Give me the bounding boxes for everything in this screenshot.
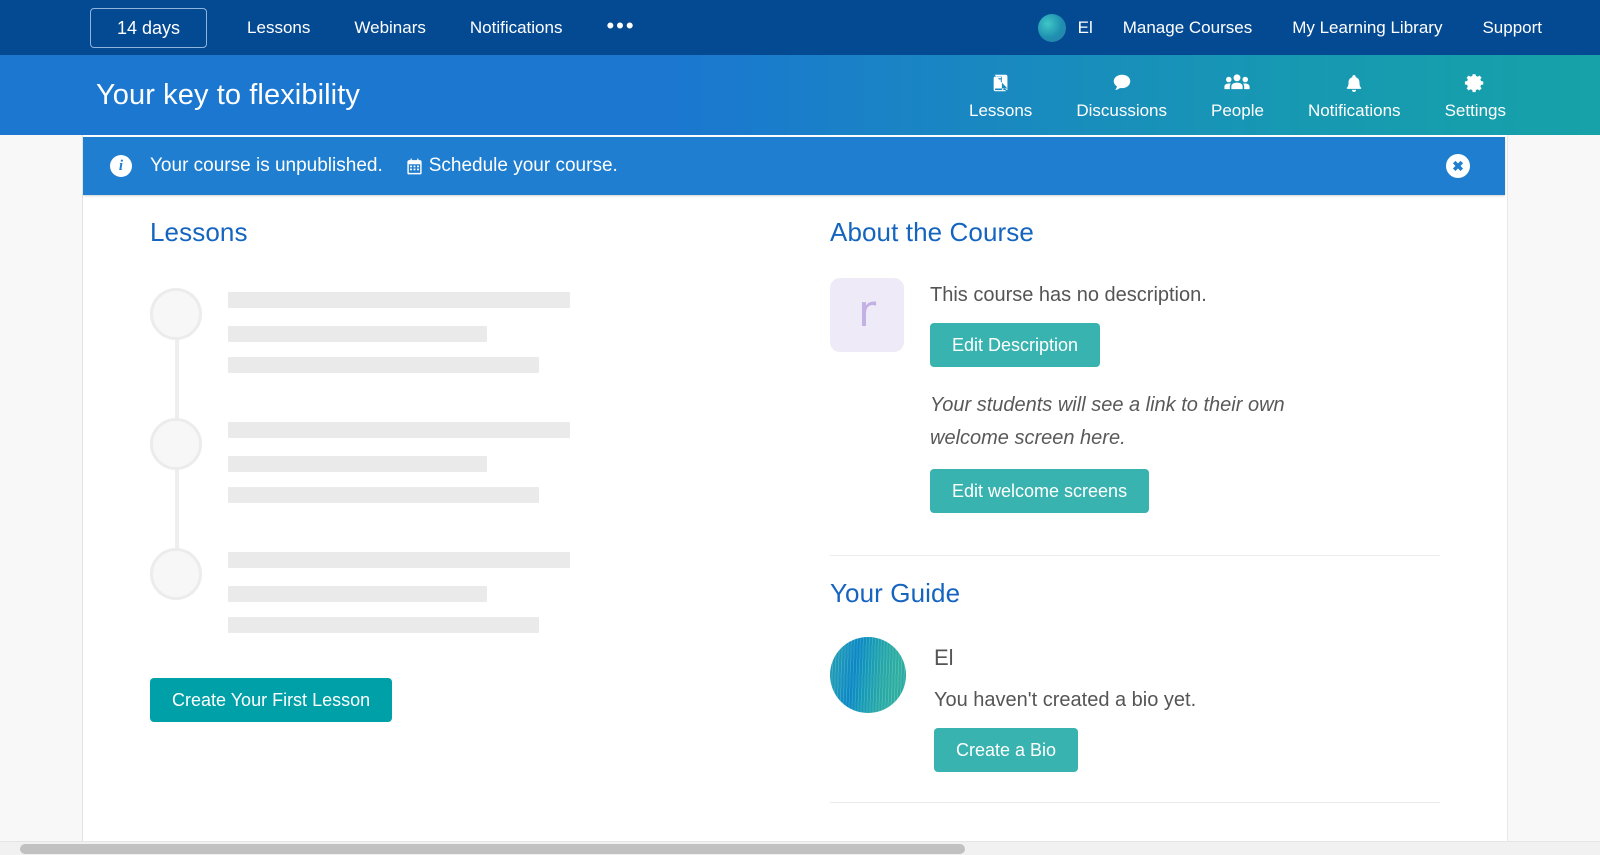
page-shell: i Your course is unpublished. Schedule y… bbox=[0, 135, 1600, 845]
user-menu[interactable]: El bbox=[1037, 8, 1103, 48]
lessons-heading: Lessons bbox=[150, 217, 248, 247]
bell-icon bbox=[1344, 70, 1364, 96]
schedule-course-link[interactable]: Schedule your course. bbox=[405, 155, 618, 177]
skeleton-bar bbox=[228, 617, 539, 633]
guide-body: El You haven't created a bio yet. Create… bbox=[934, 637, 1196, 772]
schedule-course-label: Schedule your course. bbox=[428, 155, 618, 176]
trial-days-button[interactable]: 14 days bbox=[90, 7, 208, 48]
tab-notifications[interactable]: Notifications bbox=[1286, 70, 1423, 135]
tab-lessons-label: Lessons bbox=[968, 101, 1033, 120]
about-course-block: r This course has no description. Edit D… bbox=[830, 278, 1440, 513]
lesson-node-placeholder bbox=[150, 418, 202, 470]
sidebar-column: About the Course r This course has no de… bbox=[830, 195, 1440, 803]
global-nav-left: Lessons Webinars Notifications ••• bbox=[225, 12, 658, 44]
unpublished-alert: i Your course is unpublished. Schedule y… bbox=[83, 137, 1505, 195]
tab-people[interactable]: People bbox=[1189, 70, 1286, 135]
guide-avatar bbox=[830, 637, 906, 713]
lessons-placeholder bbox=[150, 288, 850, 668]
tab-settings[interactable]: Settings bbox=[1423, 70, 1528, 135]
edit-description-button[interactable]: Edit Description bbox=[930, 323, 1101, 367]
right-gutter bbox=[1509, 135, 1600, 845]
app-root: 14 days Lessons Webinars Notifications •… bbox=[0, 0, 1600, 855]
skeleton-bar bbox=[228, 586, 487, 602]
global-nav-right: El Manage Courses My Learning Library Su… bbox=[1037, 8, 1600, 48]
avatar bbox=[1037, 13, 1066, 42]
global-top-bar: 14 days Lessons Webinars Notifications •… bbox=[0, 0, 1600, 55]
alert-message: Your course is unpublished. bbox=[150, 155, 383, 176]
calendar-icon bbox=[405, 157, 424, 176]
skeleton-bar bbox=[228, 326, 487, 342]
tab-lessons[interactable]: Lessons bbox=[947, 70, 1054, 135]
top-nav-notifications[interactable]: Notifications bbox=[448, 12, 585, 44]
people-icon bbox=[1224, 70, 1251, 96]
welcome-screens-note: Your students will see a link to their o… bbox=[930, 394, 1285, 449]
tab-discussions[interactable]: Discussions bbox=[1054, 70, 1189, 135]
top-nav-more-icon[interactable]: ••• bbox=[584, 14, 657, 41]
create-first-lesson-button[interactable]: Create Your First Lesson bbox=[150, 678, 393, 722]
tab-people-label: People bbox=[1211, 101, 1264, 120]
create-lesson-wrap: Create Your First Lesson bbox=[150, 678, 850, 722]
page-title: Your key to flexibility bbox=[96, 78, 360, 111]
left-gutter bbox=[0, 135, 83, 845]
tab-settings-label: Settings bbox=[1444, 101, 1506, 120]
skeleton-bar bbox=[228, 422, 570, 438]
guide-name: El bbox=[934, 645, 954, 670]
tab-notifications-label: Notifications bbox=[1307, 101, 1401, 120]
skeleton-bar bbox=[228, 357, 539, 373]
course-nav: Lessons Discussions People Notifications… bbox=[947, 55, 1600, 135]
edit-welcome-screens-button[interactable]: Edit welcome screens bbox=[930, 469, 1150, 513]
close-icon[interactable]: ✖ bbox=[1446, 154, 1470, 178]
horizontal-scrollbar[interactable] bbox=[0, 841, 1600, 855]
your-guide-heading: Your Guide bbox=[830, 578, 961, 608]
user-name-label: El bbox=[1077, 17, 1093, 37]
skeleton-bar bbox=[228, 552, 570, 568]
create-bio-button[interactable]: Create a Bio bbox=[934, 728, 1079, 772]
about-course-body: This course has no description. Edit Des… bbox=[930, 278, 1360, 513]
top-nav-manage-courses[interactable]: Manage Courses bbox=[1103, 12, 1272, 44]
skeleton-bar bbox=[228, 292, 570, 308]
guide-bio-text: You haven't created a bio yet. bbox=[934, 689, 1197, 711]
top-nav-webinars[interactable]: Webinars bbox=[332, 12, 448, 44]
guide-block: El You haven't created a bio yet. Create… bbox=[830, 637, 1440, 772]
section-divider bbox=[830, 802, 1440, 803]
gear-icon bbox=[1464, 70, 1486, 96]
tab-discussions-label: Discussions bbox=[1076, 101, 1168, 120]
lessons-column: Lessons Create Your First Lesson bbox=[150, 195, 850, 722]
top-nav-support[interactable]: Support bbox=[1462, 12, 1562, 44]
course-thumbnail: r bbox=[830, 278, 904, 352]
book-icon bbox=[990, 70, 1012, 96]
course-description-text: This course has no description. bbox=[930, 284, 1207, 306]
lesson-node-placeholder bbox=[150, 548, 202, 600]
skeleton-bar bbox=[228, 456, 487, 472]
top-nav-my-learning-library[interactable]: My Learning Library bbox=[1272, 12, 1462, 44]
about-course-heading: About the Course bbox=[830, 217, 1034, 247]
main-content: i Your course is unpublished. Schedule y… bbox=[83, 135, 1508, 845]
top-nav-lessons[interactable]: Lessons bbox=[225, 12, 332, 44]
scrollbar-thumb[interactable] bbox=[20, 844, 965, 854]
content-columns: Lessons Create Your First Lesson About t… bbox=[83, 195, 1507, 845]
lesson-node-placeholder bbox=[150, 288, 202, 340]
course-header-bar: Your key to flexibility Lessons Discussi… bbox=[0, 55, 1600, 135]
info-icon: i bbox=[110, 155, 132, 177]
skeleton-bar bbox=[228, 487, 539, 503]
comment-icon bbox=[1111, 70, 1133, 96]
